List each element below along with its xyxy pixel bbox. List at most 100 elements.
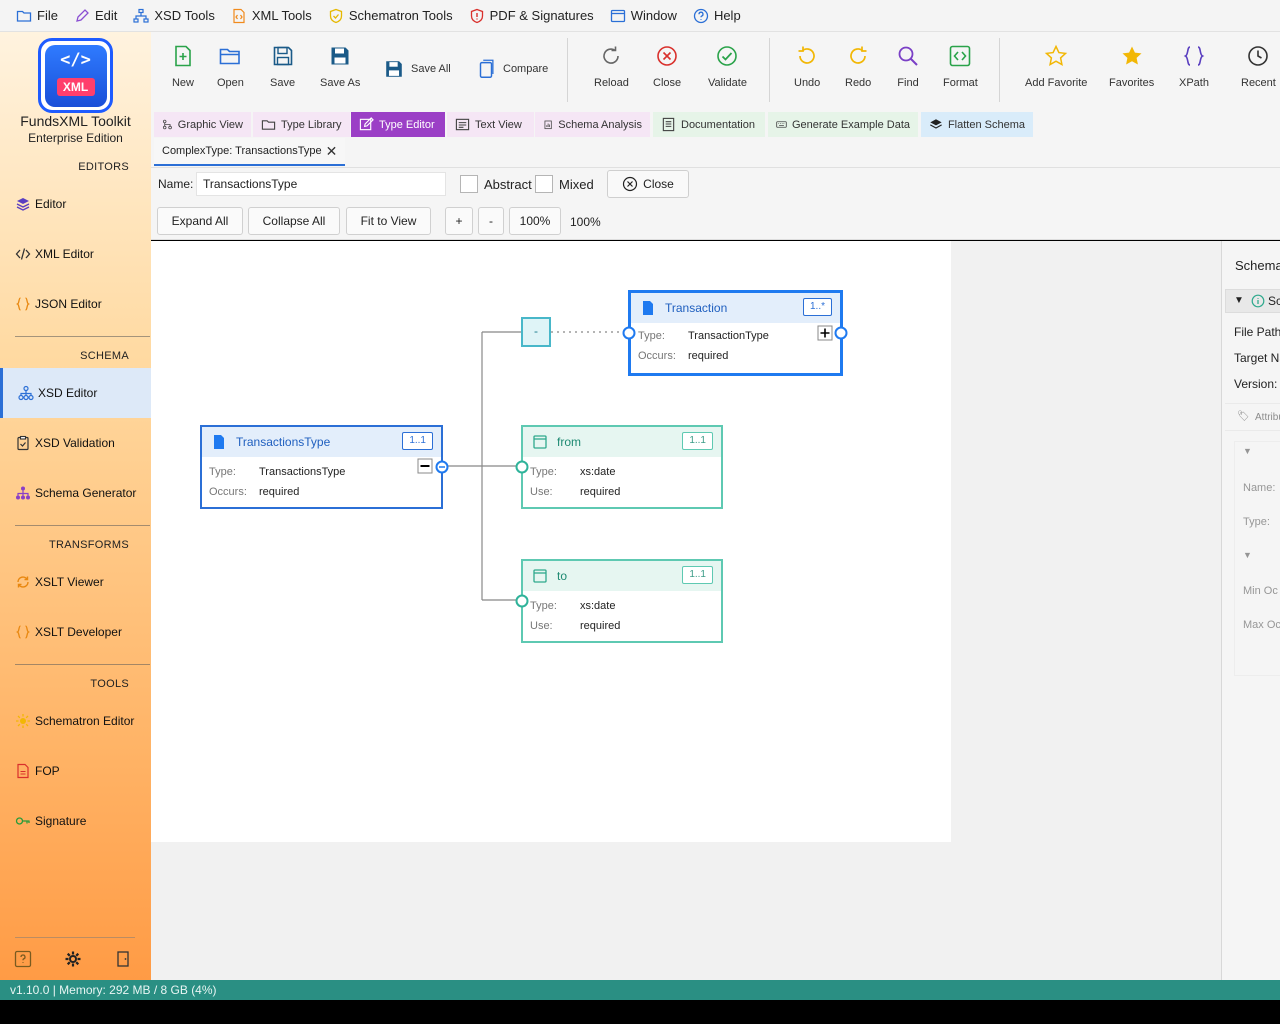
tab-documentation[interactable]: Documentation <box>653 112 765 137</box>
add-favorite-button[interactable]: Add Favorite <box>1025 44 1087 106</box>
close-tab-icon[interactable]: ✕ <box>326 143 338 160</box>
use-value: required <box>580 620 621 632</box>
nav-xslt-developer[interactable]: XSLT Developer <box>0 607 151 657</box>
redo-button[interactable]: Redo <box>845 44 871 106</box>
favorites-button[interactable]: Favorites <box>1109 44 1154 106</box>
clock-icon <box>1248 46 1269 66</box>
max-occurs-label: Max Oc <box>1243 619 1280 631</box>
reload-button[interactable]: Reload <box>594 44 629 106</box>
app-logo-badge: XML <box>56 77 95 96</box>
nav-schematron-editor[interactable]: Schematron Editor <box>0 696 151 746</box>
nav-xml-editor[interactable]: XML Editor <box>0 229 151 279</box>
exit-door-icon[interactable] <box>114 950 132 968</box>
recent-button-label: Recent <box>1241 77 1276 89</box>
menu-xsd-tools[interactable]: XSD Tools <box>125 0 222 32</box>
expand-toggle-icon[interactable] <box>817 325 833 341</box>
node-to[interactable]: to 1..1 Type: xs:date Use: required <box>521 559 723 643</box>
connector-port-icon[interactable] <box>622 326 636 340</box>
node-transaction[interactable]: Transaction 1..* Type: TransactionType Oc… <box>628 290 843 376</box>
connector-port-icon[interactable] <box>435 460 449 474</box>
nav-json-editor-label: JSON Editor <box>35 297 102 311</box>
menu-pdf-signatures[interactable]: PDF & Signatures <box>461 0 602 32</box>
connector-port-icon[interactable] <box>834 326 848 340</box>
menu-help[interactable]: Help <box>685 0 749 32</box>
zoom-reset-button[interactable]: 100% <box>509 207 561 235</box>
schema-info-label: Sc <box>1268 294 1280 308</box>
schema-info-header[interactable]: ▼ Sc <box>1225 289 1280 313</box>
nav-schematron-editor-label: Schematron Editor <box>35 714 135 728</box>
find-button-label: Find <box>897 77 919 89</box>
node-from[interactable]: from 1..1 Type: xs:date Use: required <box>521 425 723 509</box>
compare-button[interactable]: Compare <box>475 54 548 84</box>
format-button[interactable]: Format <box>943 44 978 106</box>
collapse-all-button[interactable]: Collapse All <box>248 207 340 235</box>
menu-xml-tools[interactable]: XML Tools <box>223 0 320 32</box>
collapse-arrow-icon: ▼ <box>1243 550 1252 560</box>
nav-xslt-viewer[interactable]: XSLT Viewer <box>0 557 151 607</box>
doc-tab-label: ComplexType: TransactionsType <box>162 145 322 157</box>
diagram-canvas[interactable]: - TransactionsType 1..1 Type: Transaction… <box>151 241 951 842</box>
menu-file[interactable]: File <box>8 0 66 32</box>
abstract-checkbox[interactable] <box>460 175 478 193</box>
xpath-button[interactable]: XPath <box>1179 44 1209 106</box>
collapse-arrow-icon: ▼ <box>1234 295 1244 306</box>
sequence-compositor[interactable]: - <box>521 317 551 347</box>
close-editor-button[interactable]: Close <box>607 170 689 198</box>
type-name-input[interactable] <box>196 172 446 196</box>
nav-fop[interactable]: FOP <box>0 746 151 796</box>
help-box-icon[interactable] <box>14 950 32 968</box>
xpath-button-label: XPath <box>1179 77 1209 89</box>
tab-type-library[interactable]: Type Library <box>253 112 350 137</box>
gear-icon[interactable] <box>64 950 82 968</box>
nav-xsd-validation[interactable]: XSD Validation <box>0 418 151 468</box>
copy-icon <box>479 59 494 78</box>
zoom-out-button[interactable]: - <box>478 207 504 235</box>
connector-port-icon[interactable] <box>515 594 529 608</box>
menu-edit[interactable]: Edit <box>66 0 125 32</box>
mixed-checkbox[interactable] <box>535 175 553 193</box>
panel-title: Schema <box>1235 258 1280 273</box>
sitemap-icon <box>18 385 34 401</box>
help-icon <box>693 8 709 23</box>
close-editor-label: Close <box>643 177 674 191</box>
app-logo-inner: </> XML <box>44 44 107 107</box>
collapse-toggle-icon[interactable] <box>417 458 433 474</box>
tab-text-view[interactable]: Text View <box>447 112 534 137</box>
find-button[interactable]: Find <box>896 44 920 106</box>
tab-complextype-transactionstype[interactable]: ComplexType: TransactionsType ✕ <box>154 138 346 166</box>
section-editors: EDITORS <box>78 161 129 173</box>
validate-button[interactable]: Validate <box>708 44 747 106</box>
fit-to-view-button[interactable]: Fit to View <box>346 207 431 235</box>
diagram-controls: Expand All Collapse All Fit to View + - … <box>151 202 1280 240</box>
menu-schematron-tools[interactable]: Schematron Tools <box>320 0 461 32</box>
close-file-button[interactable]: Close <box>653 44 681 106</box>
node-occurs-row: Occurs: required <box>631 346 840 366</box>
undo-button[interactable]: Undo <box>794 44 820 106</box>
node-name: from <box>557 435 581 449</box>
nav-signature[interactable]: Signature <box>0 796 151 846</box>
save-as-button[interactable]: Save As <box>320 44 360 106</box>
status-bar: v1.10.0 | Memory: 292 MB / 8 GB (4%) <box>0 980 1280 1000</box>
open-button[interactable]: Open <box>217 44 244 106</box>
recent-button[interactable]: Recent <box>1241 44 1276 106</box>
nav-editor[interactable]: Editor <box>0 179 151 229</box>
attributes-header[interactable]: 🏷 Attribu <box>1225 403 1280 431</box>
save-button[interactable]: Save <box>270 44 295 106</box>
new-button[interactable]: New <box>171 44 195 106</box>
tab-flatten-schema[interactable]: Flatten Schema <box>921 112 1033 137</box>
tab-graphic-view[interactable]: Graphic View <box>154 112 251 137</box>
tab-schema-analysis[interactable]: Schema Analysis <box>535 112 650 137</box>
menu-window[interactable]: Window <box>602 0 685 32</box>
save-all-button[interactable]: Save All <box>383 54 451 84</box>
nav-xsd-editor[interactable]: XSD Editor <box>0 368 151 418</box>
nav-schema-generator[interactable]: Schema Generator <box>0 468 151 518</box>
expand-all-button[interactable]: Expand All <box>157 207 243 235</box>
node-transactionstype[interactable]: TransactionsType 1..1 Type: TransactionsT… <box>200 425 443 509</box>
connector-port-icon[interactable] <box>515 460 529 474</box>
tab-type-editor[interactable]: Type Editor <box>351 112 445 137</box>
zoom-in-button[interactable]: + <box>445 207 473 235</box>
tab-generate-example-data[interactable]: Generate Example Data <box>768 112 918 137</box>
nav-json-editor[interactable]: JSON Editor <box>0 279 151 329</box>
section-schema: SCHEMA <box>80 350 129 362</box>
view-tab-bar: Graphic View Type Library Type Editor Te… <box>151 110 1280 138</box>
